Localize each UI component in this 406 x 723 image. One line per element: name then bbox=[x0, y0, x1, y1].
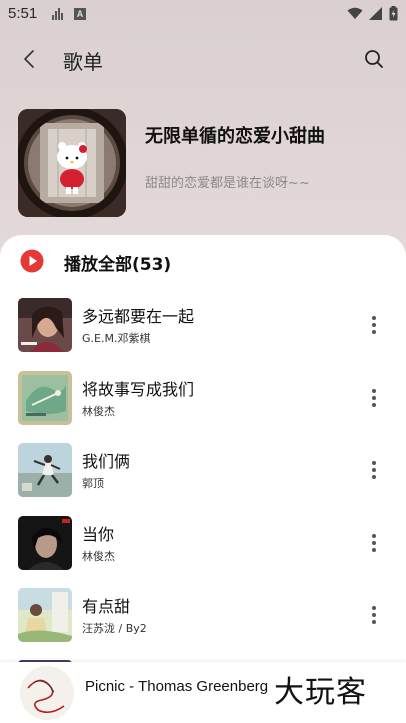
song-row[interactable]: 当你 林俊杰 bbox=[0, 516, 406, 576]
song-row[interactable]: 我们俩 郭顶 bbox=[0, 443, 406, 503]
song-cover bbox=[18, 588, 72, 642]
mini-player-title: Picnic - Thomas Greenberg bbox=[85, 678, 269, 695]
signal-icon bbox=[369, 7, 382, 20]
search-icon bbox=[365, 50, 383, 68]
youdiantian-album-art bbox=[18, 588, 72, 642]
more-vert-icon[interactable] bbox=[362, 312, 386, 338]
song-list-sheet: 播放全部(53) 多远都要在一起 G.E.M.邓紫棋 将故事写成我们 林俊杰 我… bbox=[0, 235, 406, 723]
song-artist: G.E.M.邓紫棋 bbox=[82, 332, 151, 345]
jj-story-album-art bbox=[18, 371, 72, 425]
song-artist: 郭顶 bbox=[82, 477, 104, 490]
song-cover bbox=[18, 371, 72, 425]
guoding-album-art bbox=[18, 443, 72, 497]
a-badge-icon: A bbox=[74, 8, 86, 20]
page-title: 歌单 bbox=[63, 50, 103, 74]
data-activity-icon bbox=[52, 8, 65, 20]
gem-album-art bbox=[18, 298, 72, 352]
song-title: 多远都要在一起 bbox=[82, 307, 195, 326]
back-icon bbox=[24, 50, 34, 68]
hello-kitty-elevator-image bbox=[18, 109, 126, 217]
song-artist: 汪苏泷 / By2 bbox=[82, 622, 147, 635]
watermark: 大玩客 bbox=[274, 675, 367, 710]
jj-dangni-album-art bbox=[18, 516, 72, 570]
search-button[interactable] bbox=[361, 46, 387, 72]
song-title: 我们俩 bbox=[82, 452, 131, 471]
song-title: 将故事写成我们 bbox=[82, 380, 195, 399]
playlist-cover[interactable] bbox=[18, 109, 126, 217]
battery-icon bbox=[389, 6, 398, 21]
playlist-name: 无限单循的恋爱小甜曲 bbox=[145, 126, 325, 147]
back-button[interactable] bbox=[16, 46, 42, 72]
song-title: 当你 bbox=[82, 525, 115, 544]
mini-player[interactable]: Picnic - Thomas Greenberg 大玩客 bbox=[0, 662, 406, 723]
song-artist: 林俊杰 bbox=[82, 550, 115, 563]
play-all-button[interactable]: 播放全部(53) bbox=[0, 248, 406, 278]
playlist-description: 甜甜的恋爱都是谁在谈呀~~ bbox=[145, 176, 310, 191]
more-vert-icon[interactable] bbox=[362, 530, 386, 556]
song-cover bbox=[18, 443, 72, 497]
more-vert-icon[interactable] bbox=[362, 457, 386, 483]
more-vert-icon[interactable] bbox=[362, 385, 386, 411]
more-vert-icon[interactable] bbox=[362, 602, 386, 628]
song-row[interactable]: 有点甜 汪苏泷 / By2 bbox=[0, 588, 406, 648]
song-cover bbox=[18, 298, 72, 352]
song-row[interactable]: 将故事写成我们 林俊杰 bbox=[0, 371, 406, 431]
song-cover bbox=[18, 516, 72, 570]
play-all-label: 播放全部(53) bbox=[64, 255, 172, 275]
song-title: 有点甜 bbox=[82, 597, 131, 616]
play-circle-icon bbox=[20, 249, 44, 273]
song-artist: 林俊杰 bbox=[82, 405, 115, 418]
status-bar: 5:51 A bbox=[0, 0, 406, 30]
wifi-icon bbox=[347, 7, 363, 19]
mini-player-cover bbox=[20, 666, 74, 720]
song-row[interactable]: 多远都要在一起 G.E.M.邓紫棋 bbox=[0, 298, 406, 358]
status-time: 5:51 bbox=[8, 5, 38, 22]
picnic-album-art bbox=[20, 666, 74, 720]
